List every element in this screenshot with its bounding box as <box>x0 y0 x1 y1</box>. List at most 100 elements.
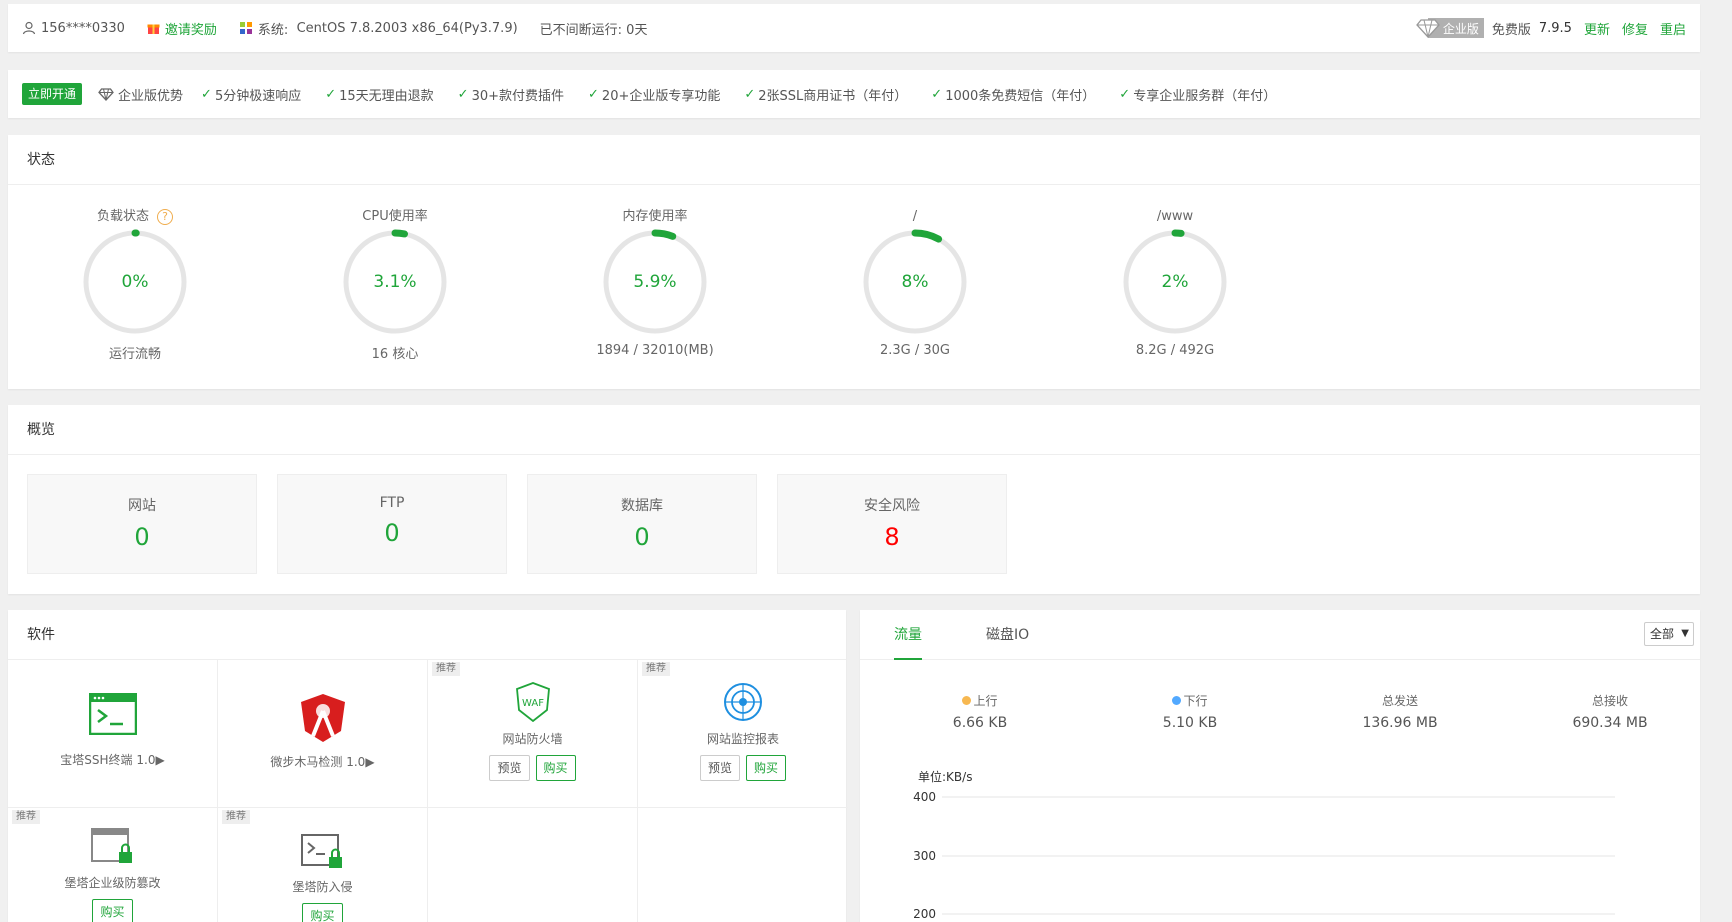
update-link[interactable]: 更新 <box>1584 19 1610 38</box>
feature-label: 1000条免费短信（年付） <box>945 88 1096 104</box>
user-account[interactable]: 156****0330 <box>22 21 125 36</box>
feature-label: 30+款付费插件 <box>471 88 565 104</box>
top-bar: 156****0330 邀请奖励 系统: CentOS 7.8.2003 x86… <box>8 4 1700 52</box>
uptime: 已不间断运行: 0天 <box>540 19 648 38</box>
gauge-subtext: 1894 / 32010(MB) <box>596 343 714 358</box>
y-tick-label: 400 <box>913 790 936 804</box>
check-icon: ✓ <box>1119 86 1131 102</box>
diamond-icon <box>1415 19 1440 38</box>
gauge-ring: 3.1% <box>340 227 450 337</box>
software-item-intrusion-prevention[interactable]: 推荐 堡塔防入侵 购买 <box>218 808 428 922</box>
gauge-subtext: 运行流畅 <box>108 347 161 362</box>
buy-button[interactable]: 购买 <box>302 903 343 922</box>
terminal-icon <box>88 692 137 736</box>
gauge-value: 8% <box>901 272 929 292</box>
gauge-title: CPU使用率 <box>362 209 428 224</box>
status-panel: 状态 负载状态? 0% 运行流畅 CPU使用率 3.1% 16 核心 内存使用率 5.9% 18… <box>8 135 1700 389</box>
software-empty-slot <box>638 808 848 922</box>
card-value: 0 <box>634 523 650 551</box>
card-value: 0 <box>384 519 400 547</box>
gauge[interactable]: 内存使用率 5.9% 1894 / 32010(MB) <box>595 207 715 358</box>
preview-button[interactable]: 预览 <box>489 755 530 781</box>
gauge-title: 负载状态? <box>75 207 195 227</box>
invite-link[interactable]: 邀请奖励 <box>147 19 217 38</box>
software-name: 堡塔防入侵 <box>292 880 353 894</box>
version-area: 企业版 免费版 7.9.5 更新 修复 重启 <box>1415 18 1686 38</box>
gauge-title: 内存使用率 <box>622 209 688 224</box>
repair-link[interactable]: 修复 <box>1622 19 1648 38</box>
check-icon: ✓ <box>931 86 943 102</box>
card-label: 安全风险 <box>864 498 920 514</box>
card-label: 数据库 <box>621 498 663 514</box>
check-icon: ✓ <box>457 86 469 102</box>
diamond-icon <box>98 87 114 101</box>
software-grid: 宝塔SSH终端 1.0▶ 微步木马检测 1.0▶ 推荐 WAF 网站防火墙 预览… <box>8 660 848 922</box>
waf-text: WAF <box>522 698 544 709</box>
check-icon: ✓ <box>201 86 212 102</box>
card-value: 8 <box>884 523 900 551</box>
buy-button[interactable]: 购买 <box>92 899 133 922</box>
buy-button[interactable]: 购买 <box>746 755 787 781</box>
software-actions: 预览 购买 <box>428 755 637 781</box>
gauge-title: /www <box>1156 209 1194 224</box>
invite-label: 邀请奖励 <box>164 22 217 38</box>
gauge-value: 5.9% <box>633 272 677 292</box>
overview-panel: 概览 网站 0 FTP 0 数据库 0 安全风险 8 <box>8 405 1700 594</box>
software-item-ssh-terminal[interactable]: 宝塔SSH终端 1.0▶ <box>8 660 218 808</box>
gauge-ring: 2% <box>1120 227 1230 337</box>
check-icon: ✓ <box>588 86 599 102</box>
gift-icon <box>147 24 160 34</box>
software-item-tamper-proof[interactable]: 推荐 堡塔企业级防篡改 购买 <box>8 808 218 922</box>
overview-card-database[interactable]: 数据库 0 <box>527 474 757 574</box>
card-label: FTP <box>379 495 405 511</box>
check-icon: ✓ <box>325 86 337 102</box>
gauge-subtext: 16 核心 <box>371 347 419 362</box>
gauge-subtext: 2.3G / 30G <box>879 343 950 358</box>
section-title: 概览 <box>8 405 1700 455</box>
system-value: CentOS 7.8.2003 x86_64(Py3.7.9) <box>296 20 518 36</box>
system-info: 系统: CentOS 7.8.2003 x86_64(Py3.7.9) <box>239 19 518 38</box>
recommend-tag: 推荐 <box>12 810 40 824</box>
enterprise-badge[interactable]: 企业版 <box>1415 18 1484 38</box>
advantage-label: 企业版优势 <box>118 88 184 104</box>
feature-label: 15天无理由退款 <box>339 88 434 104</box>
feature-item: ✓ 30+款付费插件 <box>458 85 564 104</box>
software-actions: 购买 <box>218 903 427 922</box>
gauge[interactable]: / 8% 2.3G / 30G <box>855 207 975 358</box>
help-icon[interactable]: ? <box>157 209 173 225</box>
gauge-value: 3.1% <box>373 272 417 292</box>
software-item-waf[interactable]: 推荐 WAF 网站防火墙 预览 购买 <box>428 660 638 808</box>
gauge-ring: 5.9% <box>600 227 710 337</box>
recommend-tag: 推荐 <box>222 810 250 824</box>
check-icon: ✓ <box>744 86 756 102</box>
uptime-text: 已不间断运行: 0天 <box>539 22 648 38</box>
software-name: 堡塔企业级防篡改 <box>64 876 161 890</box>
software-item-trojan-detect[interactable]: 微步木马检测 1.0▶ <box>218 660 428 808</box>
enterprise-bar: 立即开通 企业版优势 ✓ 5分钟极速响应 ✓ 15天无理由退款 ✓ 30+款付费插件 … <box>8 70 1700 118</box>
software-actions: 购买 <box>8 899 217 922</box>
feature-item: ✓ 2张SSL商用证书（年付） <box>744 85 907 104</box>
gauge[interactable]: 负载状态? 0% 运行流畅 <box>75 207 195 362</box>
system-label: 系统: <box>257 22 289 38</box>
feature-item: ✓ 1000条免费短信（年付） <box>931 85 1095 104</box>
feature-item: ✓ 15天无理由退款 <box>325 85 433 104</box>
overview-card-ftp[interactable]: FTP 0 <box>277 474 507 574</box>
software-panel: 软件 宝塔SSH终端 1.0▶ 微步木马检测 1.0▶ 推荐 WAF 网站防火墙… <box>8 610 848 922</box>
gauge[interactable]: CPU使用率 3.1% 16 核心 <box>335 207 455 362</box>
overview-card-security-risk[interactable]: 安全风险 8 <box>777 474 1007 574</box>
enterprise-label: 企业版 <box>1442 21 1479 36</box>
section-title: 软件 <box>8 610 846 660</box>
open-enterprise-button[interactable]: 立即开通 <box>22 83 83 105</box>
gauge-subtext: 8.2G / 492G <box>1135 343 1215 358</box>
buy-button[interactable]: 购买 <box>535 755 576 781</box>
software-empty-slot <box>428 808 638 922</box>
software-item-site-monitor[interactable]: 推荐 网站监控报表 预览 购买 <box>638 660 848 808</box>
card-label: 网站 <box>128 498 156 514</box>
preview-button[interactable]: 预览 <box>699 755 740 781</box>
gauge[interactable]: /www 2% 8.2G / 492G <box>1115 207 1235 358</box>
restart-link[interactable]: 重启 <box>1660 19 1686 38</box>
overview-card-websites[interactable]: 网站 0 <box>27 474 257 574</box>
traffic-panel: 流量 磁盘IO 全部 ▼ 上行 6.66 KB 下行 5.10 KB 总发送 13… <box>860 610 1700 922</box>
gauge-value: 0% <box>121 272 149 292</box>
card-value: 0 <box>134 523 150 551</box>
